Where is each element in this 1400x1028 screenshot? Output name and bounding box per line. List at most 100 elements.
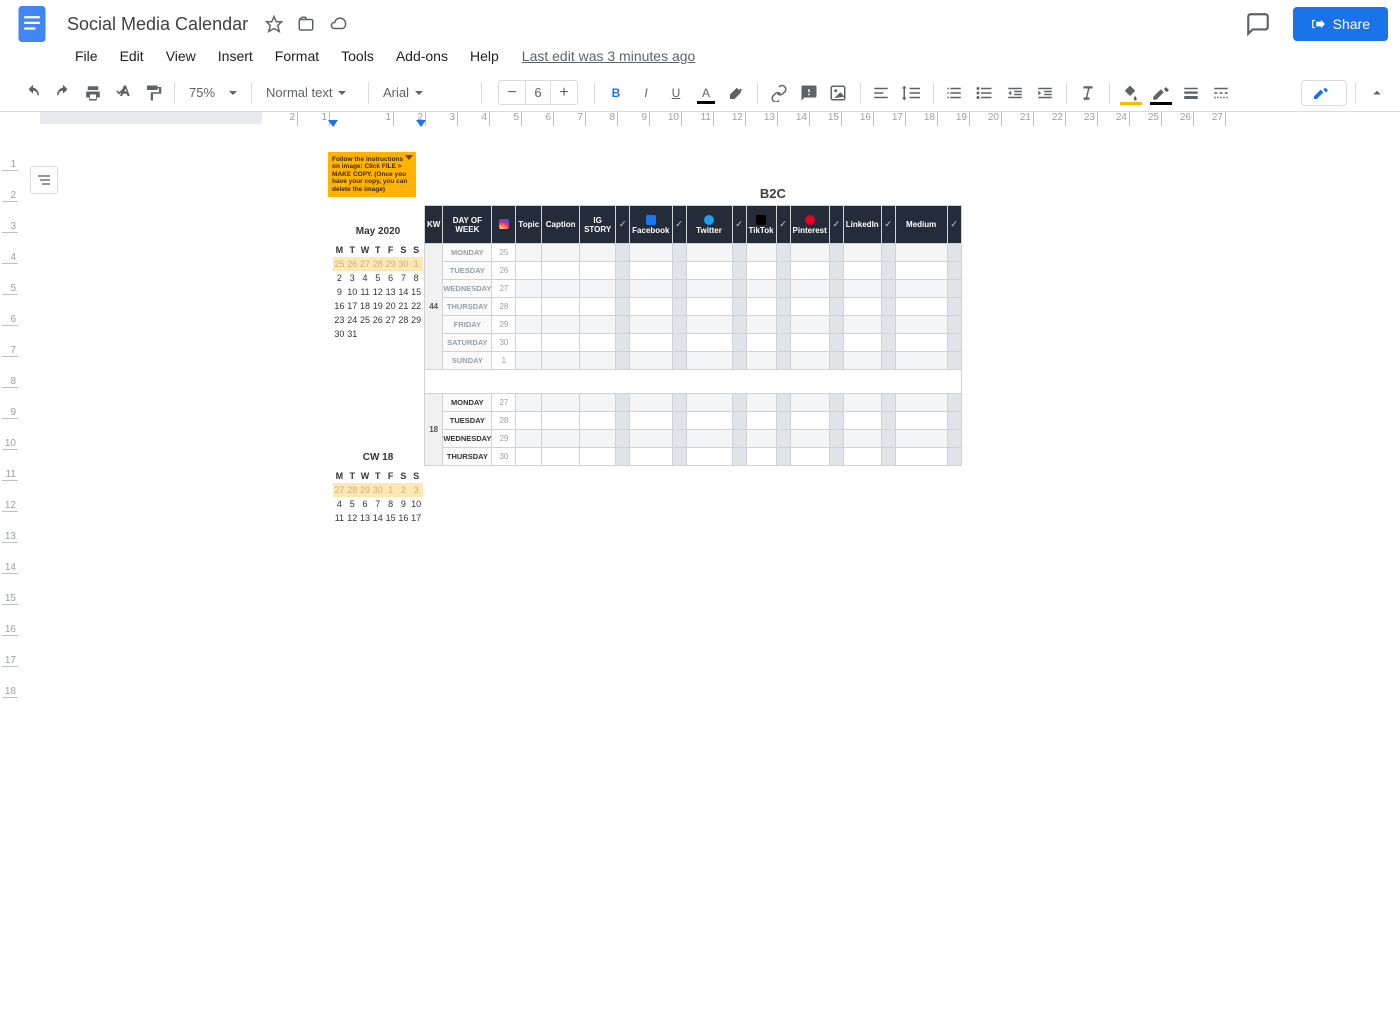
last-edit-link[interactable]: Last edit was 3 minutes ago xyxy=(522,48,696,64)
horizontal-ruler[interactable]: 2112345678910111213141516171819202122232… xyxy=(40,112,1400,128)
plan-cell[interactable] xyxy=(776,334,790,352)
underline-button[interactable]: U xyxy=(663,80,689,106)
plan-cell[interactable] xyxy=(843,412,881,430)
plan-cell[interactable] xyxy=(746,430,776,448)
plan-cell[interactable] xyxy=(947,244,961,262)
plan-cell[interactable] xyxy=(895,244,947,262)
plan-cell[interactable] xyxy=(516,394,542,412)
numbered-list-button[interactable] xyxy=(942,80,968,106)
plan-cell[interactable] xyxy=(776,394,790,412)
plan-cell[interactable] xyxy=(843,352,881,370)
plan-cell[interactable] xyxy=(516,280,542,298)
plan-cell[interactable] xyxy=(732,352,746,370)
undo-button[interactable] xyxy=(20,80,46,106)
plan-cell[interactable] xyxy=(672,448,686,466)
plan-cell[interactable] xyxy=(630,352,672,370)
plan-cell[interactable] xyxy=(542,412,580,430)
plan-cell[interactable] xyxy=(790,430,829,448)
plan-cell[interactable] xyxy=(881,352,895,370)
plan-cell[interactable] xyxy=(516,412,542,430)
plan-cell[interactable] xyxy=(616,262,630,280)
plan-cell[interactable] xyxy=(542,280,580,298)
plan-cell[interactable] xyxy=(895,334,947,352)
plan-cell[interactable] xyxy=(776,280,790,298)
plan-cell[interactable] xyxy=(580,316,616,334)
plan-cell[interactable] xyxy=(686,412,732,430)
plan-cell[interactable] xyxy=(829,262,843,280)
plan-cell[interactable] xyxy=(881,334,895,352)
plan-cell[interactable] xyxy=(829,394,843,412)
plan-cell[interactable] xyxy=(580,394,616,412)
plan-cell[interactable] xyxy=(616,352,630,370)
plan-cell[interactable] xyxy=(516,448,542,466)
highlight-button[interactable] xyxy=(723,80,749,106)
font-size-decrease[interactable]: − xyxy=(499,84,525,102)
plan-cell[interactable] xyxy=(616,244,630,262)
plan-cell[interactable] xyxy=(947,394,961,412)
plan-cell[interactable] xyxy=(672,412,686,430)
plan-cell[interactable] xyxy=(776,412,790,430)
plan-cell[interactable] xyxy=(542,430,580,448)
paint-format-button[interactable] xyxy=(140,80,166,106)
plan-cell[interactable] xyxy=(829,448,843,466)
plan-cell[interactable] xyxy=(895,412,947,430)
plan-cell[interactable] xyxy=(895,352,947,370)
plan-cell[interactable] xyxy=(686,298,732,316)
plan-cell[interactable] xyxy=(630,280,672,298)
menu-view[interactable]: View xyxy=(157,44,205,68)
plan-cell[interactable] xyxy=(616,394,630,412)
plan-cell[interactable] xyxy=(580,244,616,262)
outline-toggle-button[interactable] xyxy=(30,166,58,194)
insert-image-button[interactable] xyxy=(826,80,852,106)
plan-cell[interactable] xyxy=(746,352,776,370)
redo-button[interactable] xyxy=(50,80,76,106)
border-style-button[interactable] xyxy=(1208,80,1234,106)
plan-cell[interactable] xyxy=(895,262,947,280)
plan-cell[interactable] xyxy=(790,298,829,316)
plan-cell[interactable] xyxy=(516,316,542,334)
plan-cell[interactable] xyxy=(686,430,732,448)
plan-cell[interactable] xyxy=(542,352,580,370)
plan-cell[interactable] xyxy=(947,412,961,430)
plan-cell[interactable] xyxy=(881,280,895,298)
insert-link-button[interactable] xyxy=(766,80,792,106)
plan-cell[interactable] xyxy=(947,262,961,280)
plan-cell[interactable] xyxy=(616,430,630,448)
plan-cell[interactable] xyxy=(732,412,746,430)
plan-cell[interactable] xyxy=(686,394,732,412)
plan-cell[interactable] xyxy=(790,352,829,370)
plan-cell[interactable] xyxy=(630,448,672,466)
align-dropdown[interactable] xyxy=(869,80,895,106)
plan-cell[interactable] xyxy=(790,448,829,466)
plan-cell[interactable] xyxy=(732,298,746,316)
plan-cell[interactable] xyxy=(790,262,829,280)
font-size-value[interactable]: 6 xyxy=(525,81,551,104)
plan-cell[interactable] xyxy=(947,280,961,298)
plan-cell[interactable] xyxy=(947,430,961,448)
spellcheck-button[interactable] xyxy=(110,80,136,106)
plan-cell[interactable] xyxy=(895,430,947,448)
plan-cell[interactable] xyxy=(580,352,616,370)
clear-format-button[interactable] xyxy=(1075,80,1101,106)
menu-help[interactable]: Help xyxy=(461,44,508,68)
plan-cell[interactable] xyxy=(895,448,947,466)
plan-cell[interactable] xyxy=(732,316,746,334)
page-canvas[interactable]: Follow the instructions on image: Click … xyxy=(258,128,1158,1028)
plan-cell[interactable] xyxy=(516,352,542,370)
zoom-dropdown[interactable]: 75% xyxy=(183,80,243,106)
plan-cell[interactable] xyxy=(616,448,630,466)
plan-cell[interactable] xyxy=(947,352,961,370)
plan-cell[interactable] xyxy=(732,394,746,412)
plan-cell[interactable] xyxy=(516,334,542,352)
plan-cell[interactable] xyxy=(776,298,790,316)
plan-cell[interactable] xyxy=(686,280,732,298)
docs-logo[interactable] xyxy=(12,0,52,51)
plan-cell[interactable] xyxy=(829,352,843,370)
bold-button[interactable]: B xyxy=(603,80,629,106)
plan-cell[interactable] xyxy=(790,280,829,298)
plan-cell[interactable] xyxy=(542,244,580,262)
plan-cell[interactable] xyxy=(947,448,961,466)
chevron-down-icon[interactable] xyxy=(405,155,413,160)
menu-edit[interactable]: Edit xyxy=(111,44,153,68)
indent-decrease-button[interactable] xyxy=(1002,80,1028,106)
